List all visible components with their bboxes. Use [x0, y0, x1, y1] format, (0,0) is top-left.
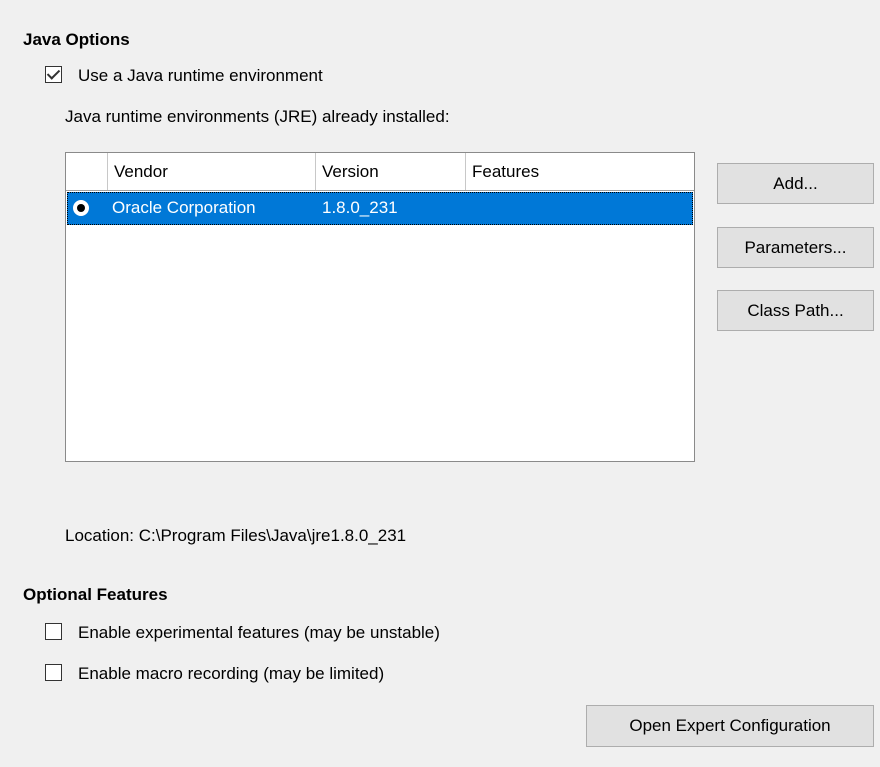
- jre-row-oracle[interactable]: Oracle Corporation 1.8.0_231: [67, 192, 693, 225]
- use-jre-checkbox-wrap[interactable]: [45, 66, 65, 86]
- java-options-heading: Java Options: [23, 30, 130, 49]
- use-jre-label[interactable]: Use a Java runtime environment: [78, 66, 323, 86]
- column-header-select: [66, 153, 108, 190]
- optional-features-heading: Optional Features: [23, 585, 168, 604]
- class-path-button[interactable]: Class Path...: [717, 290, 874, 331]
- class-path-button-label: Class Path...: [747, 301, 844, 320]
- column-header-vendor[interactable]: Vendor: [108, 153, 316, 190]
- parameters-button-label: Parameters...: [744, 238, 847, 257]
- macro-label[interactable]: Enable macro recording (may be limited): [78, 664, 384, 684]
- jre-row-version: 1.8.0_231: [322, 198, 398, 217]
- jre-table[interactable]: Vendor Version Features Oracle Corporati…: [65, 152, 695, 462]
- jre-location: Location: C:\Program Files\Java\jre1.8.0…: [65, 526, 407, 545]
- column-header-features[interactable]: Features: [466, 153, 694, 190]
- experimental-checkbox[interactable]: [45, 623, 62, 640]
- jre-row-vendor: Oracle Corporation: [112, 198, 256, 217]
- open-expert-config-label: Open Expert Configuration: [629, 716, 831, 735]
- parameters-button[interactable]: Parameters...: [717, 227, 874, 268]
- experimental-label[interactable]: Enable experimental features (may be uns…: [78, 623, 440, 643]
- jre-radio-selected[interactable]: [73, 200, 89, 216]
- macro-checkbox-wrap[interactable]: [45, 664, 65, 684]
- macro-checkbox[interactable]: [45, 664, 62, 681]
- add-button-label: Add...: [773, 174, 818, 193]
- jre-table-header: Vendor Version Features: [66, 153, 694, 191]
- open-expert-config-button[interactable]: Open Expert Configuration: [586, 705, 874, 747]
- add-button[interactable]: Add...: [717, 163, 874, 204]
- experimental-checkbox-wrap[interactable]: [45, 623, 65, 643]
- use-jre-checkbox[interactable]: [45, 66, 62, 83]
- installed-jre-label: Java runtime environments (JRE) already …: [65, 107, 450, 126]
- column-header-version[interactable]: Version: [316, 153, 466, 190]
